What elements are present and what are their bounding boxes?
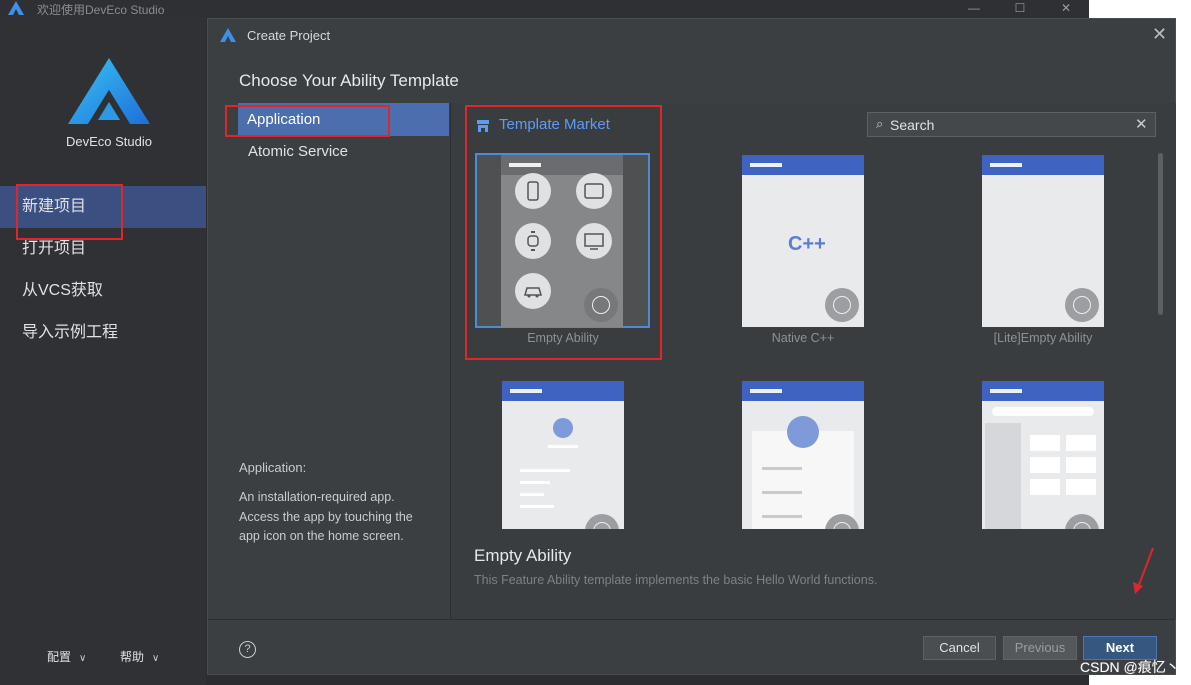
search-icon: ⌕	[876, 116, 884, 131]
search-box: ⌕ ✕	[867, 112, 1156, 137]
deveco-app-icon	[220, 28, 236, 42]
avatar-placeholder	[553, 418, 573, 438]
maximize-icon[interactable]: ☐	[997, 0, 1043, 18]
annotation-highlight-box	[225, 105, 390, 137]
template-card-profile[interactable]	[502, 381, 624, 529]
config-menu[interactable]: 配置 ∨	[47, 648, 86, 665]
template-card-detail[interactable]	[742, 381, 864, 529]
create-project-dialog: Create Project ✕ Choose Your Ability Tem…	[207, 18, 1176, 675]
selected-template-description: This Feature Ability template implements…	[474, 573, 878, 587]
welcome-window-title: 欢迎使用DevEco Studio	[37, 3, 165, 17]
template-badge-icon	[1065, 514, 1099, 529]
template-badge-icon	[1065, 288, 1099, 322]
deveco-app-icon	[8, 1, 24, 15]
car-icon	[515, 273, 551, 309]
template-scrollbar[interactable]	[1158, 153, 1163, 315]
preview-header-bar	[502, 381, 624, 401]
category-atomic-service[interactable]: Atomic Service	[248, 143, 348, 160]
cancel-button[interactable]: Cancel	[923, 636, 996, 660]
grid-cell	[1066, 457, 1096, 473]
chevron-down-icon: ∨	[79, 653, 87, 664]
template-preview	[501, 155, 623, 327]
selected-template-title: Empty Ability	[474, 546, 572, 565]
help-icon[interactable]: ?	[239, 641, 256, 658]
watermark: CSDN @痕忆丶	[1080, 659, 1180, 675]
previous-button[interactable]: Previous	[1003, 636, 1077, 660]
annotation-highlight-box	[16, 184, 123, 240]
template-badge-icon	[825, 288, 859, 322]
grid-cell	[1066, 435, 1096, 451]
preview-header-bar	[982, 381, 1104, 401]
dialog-title: Create Project	[247, 28, 331, 43]
annotation-arrow-icon	[1133, 547, 1154, 594]
tablet-icon	[576, 173, 612, 209]
preview-header-bar	[982, 155, 1104, 175]
preview-header-bar	[501, 155, 623, 175]
nav-import-sample[interactable]: 导入示例工程	[0, 312, 206, 354]
template-badge-icon	[584, 288, 618, 322]
tv-icon	[576, 223, 612, 259]
placeholder-line	[762, 491, 802, 494]
template-label: Native C++	[771, 331, 835, 345]
close-icon[interactable]: ✕	[1152, 24, 1167, 45]
template-card-list[interactable]	[982, 381, 1104, 529]
search-placeholder	[992, 407, 1094, 416]
template-badge-icon	[585, 514, 619, 529]
search-input[interactable]	[890, 115, 1130, 134]
placeholder-line	[762, 467, 802, 470]
side-menu-placeholder	[985, 423, 1021, 529]
clear-icon[interactable]: ✕	[1135, 115, 1148, 133]
preview-header-bar	[742, 381, 864, 401]
deveco-logo-icon	[68, 58, 150, 124]
preview-header-bar	[742, 155, 864, 175]
placeholder-line	[762, 515, 802, 518]
avatar-placeholder	[787, 416, 819, 448]
grid-cell	[1030, 435, 1060, 451]
cpp-glyph: C++	[788, 233, 826, 255]
template-label: Empty Ability	[527, 331, 599, 345]
brand-name: DevEco Studio	[66, 134, 152, 149]
help-menu[interactable]: 帮助 ∨	[120, 648, 159, 665]
nav-get-from-vcs[interactable]: 从VCS获取	[0, 270, 206, 312]
help-label: 帮助	[120, 650, 145, 664]
placeholder-line	[520, 469, 570, 472]
placeholder-line	[520, 481, 550, 484]
close-window-icon[interactable]: ✕	[1043, 0, 1089, 18]
grid-cell	[1030, 457, 1060, 473]
placeholder-line	[548, 445, 578, 448]
category-description-title: Application:	[239, 460, 307, 475]
minimize-icon[interactable]: —	[951, 0, 997, 18]
page-title: Choose Your Ability Template	[239, 71, 459, 90]
chevron-down-icon: ∨	[152, 653, 160, 664]
placeholder-line	[520, 493, 544, 496]
phone-icon	[515, 173, 551, 209]
template-card-native-cpp[interactable]: C++	[742, 155, 864, 327]
category-description-text: An installation-required app. Access the…	[239, 490, 413, 543]
dialog-header: Create Project ✕	[208, 19, 1175, 51]
template-card-lite-empty-ability[interactable]	[982, 155, 1104, 327]
template-label: [Lite]Empty Ability	[993, 331, 1093, 345]
config-label: 配置	[47, 650, 72, 664]
footer-divider	[208, 619, 1175, 620]
welcome-titlebar: 欢迎使用DevEco Studio — ☐ ✕	[0, 0, 1089, 18]
watch-icon	[515, 223, 551, 259]
grid-cell	[1066, 479, 1096, 495]
grid-cell	[1030, 479, 1060, 495]
placeholder-line	[520, 505, 554, 508]
